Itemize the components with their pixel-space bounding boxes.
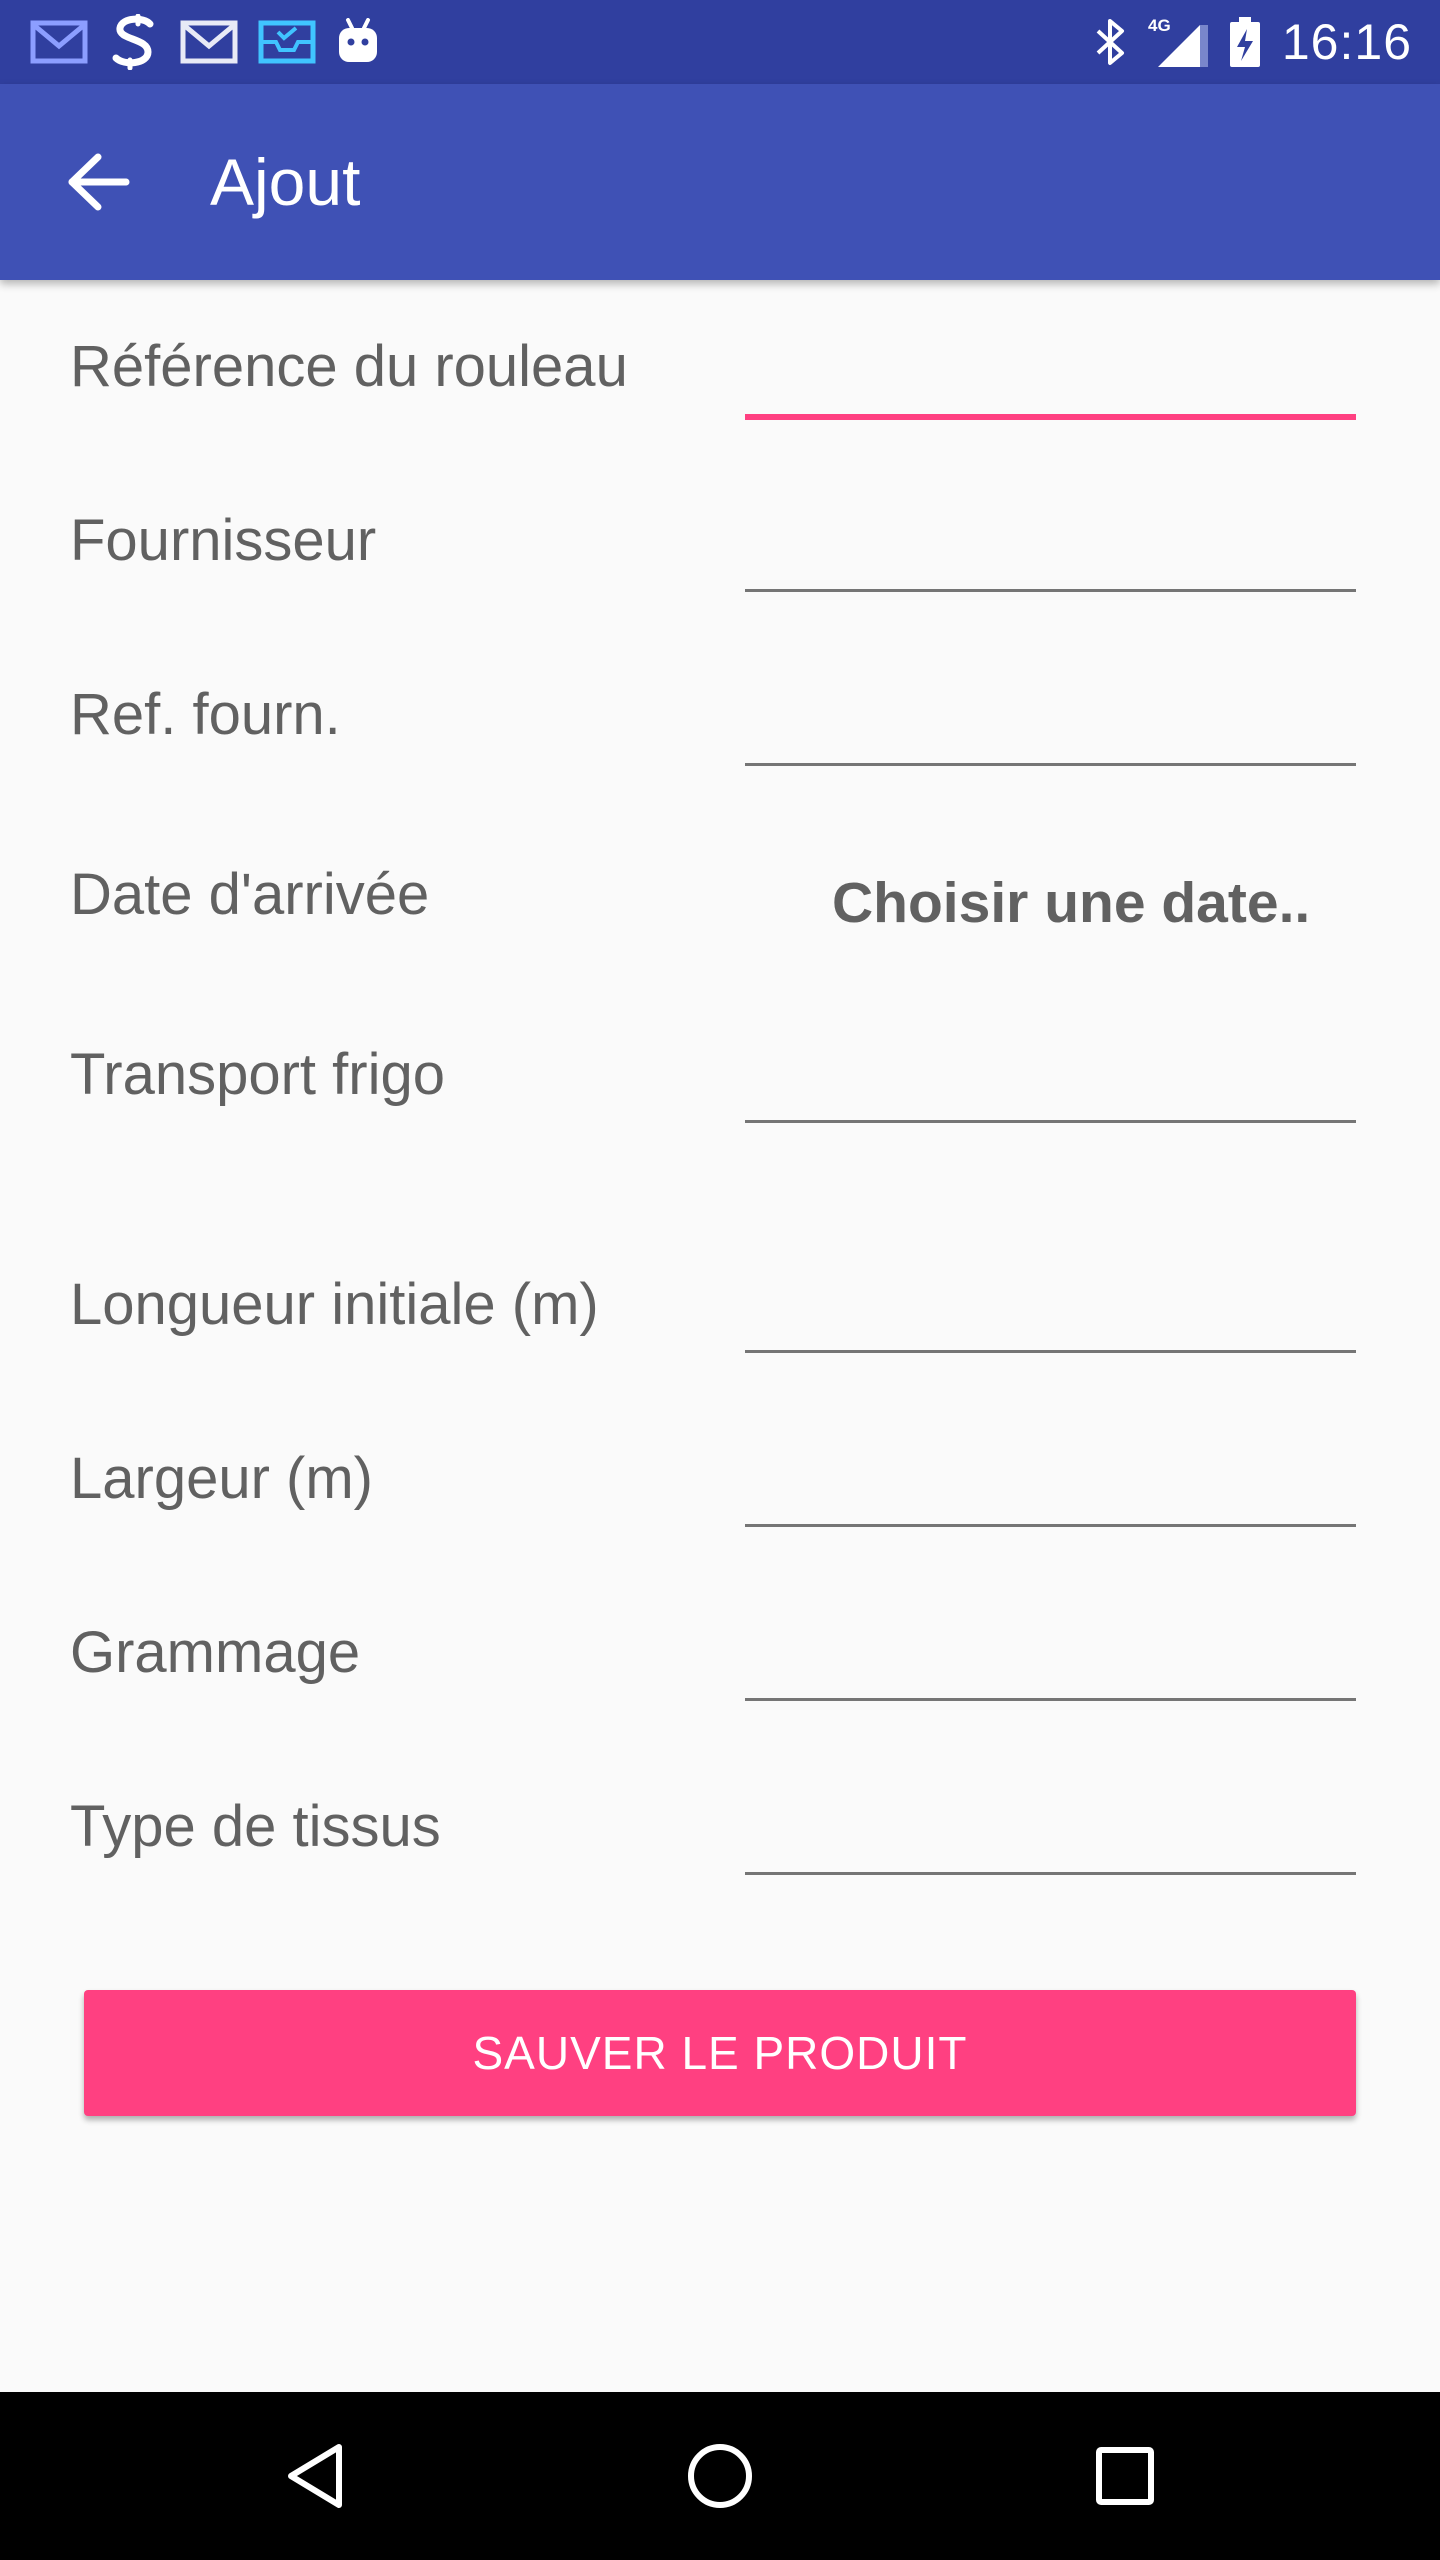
grammage-input[interactable] [745,1611,1356,1701]
page-title: Ajout [210,145,361,219]
nav-home-button[interactable] [670,2426,770,2526]
app-bar: Ajout [0,84,1440,280]
signal-4g-icon: 4G [1148,16,1208,67]
width-label: Largeur (m) [70,1446,373,1511]
status-bar: 4G 16:16 [0,0,1440,84]
triangle-back-icon [288,2444,342,2508]
inbox-icon [258,20,316,64]
initial-length-input[interactable] [745,1263,1356,1353]
supplier-input[interactable] [745,502,1356,592]
fabric-type-label: Type de tissus [70,1794,441,1859]
circle-home-icon [688,2444,752,2508]
gmail-icon [180,20,238,64]
bluetooth-icon [1096,19,1124,65]
save-product-button[interactable]: SAUVER LE PRODUIT [84,1990,1356,2116]
nav-recents-button[interactable] [1075,2426,1175,2526]
supplier-label: Fournisseur [70,508,377,573]
back-button[interactable] [48,132,148,232]
arrow-back-icon [68,153,130,211]
grammage-label: Grammage [70,1620,361,1685]
cold-transport-input[interactable] [745,1033,1356,1123]
status-indicators: 4G 16:16 [1094,0,1412,84]
notification-icons [30,14,380,70]
cold-transport-label: Transport frigo [70,1042,445,1107]
supplier-reference-label: Ref. fourn. [70,682,341,747]
width-input[interactable] [745,1437,1356,1527]
initial-length-label: Longueur initiale (m) [70,1272,599,1337]
arrival-date-label: Date d'arrivée [70,862,430,927]
network-type-label: 4G [1148,16,1171,35]
supplier-reference-input[interactable] [745,676,1356,766]
square-recents-icon [1096,2447,1154,2505]
clock: 16:16 [1281,14,1412,70]
roll-reference-input[interactable] [745,330,1356,420]
choose-date-button[interactable]: Choisir une date.. [800,848,1360,958]
android-debug-icon [339,18,377,62]
battery-charging-icon [1229,17,1260,67]
nav-back-button[interactable] [265,2426,365,2526]
gmail-icon [30,20,88,64]
navigation-bar [0,2392,1440,2560]
s-app-icon [112,14,154,70]
fabric-type-input[interactable] [745,1785,1356,1875]
roll-reference-label: Référence du rouleau [70,334,628,399]
